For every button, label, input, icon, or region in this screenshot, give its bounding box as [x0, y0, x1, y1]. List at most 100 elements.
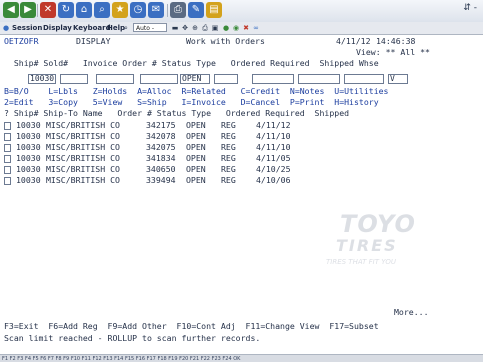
row-ship-to-name: MISC/BRITISH CO [46, 142, 120, 152]
row-ordered-date: 4/10/06 [256, 175, 291, 185]
toyo-tires-watermark: TOYO TIRES TIRES THAT FIT YOU [286, 90, 466, 300]
watermark-brand-2: TIRES [336, 236, 398, 255]
row-ship-number: 10030 [16, 153, 41, 163]
page-title: Work with Orders [186, 36, 265, 46]
menu-session[interactable]: Session [12, 22, 42, 34]
row-order-number: 339494 [146, 175, 176, 185]
zoom-icon[interactable]: ⊕ [191, 24, 199, 32]
close-icon[interactable]: ✖ [242, 24, 250, 32]
menu-keyboard[interactable]: Keyboard [73, 22, 111, 34]
options-legend-2: 2=Edit 3=Copy 5=View S=Ship I=Invoice D=… [4, 97, 379, 107]
print-icon[interactable]: ⎙ [170, 2, 186, 18]
function-key-legend: F3=Exit F6=Add Reg F9=Add Other F10=Cont… [4, 321, 379, 331]
toolbar-right-control[interactable]: ⇵ - [463, 3, 477, 13]
row-ordered-date: 4/11/05 [256, 153, 291, 163]
row-ordered-date: 4/11/10 [256, 131, 291, 141]
screen-time: 14:46:38 [376, 36, 416, 46]
stop-icon[interactable]: ✕ [40, 2, 56, 18]
row-order-number: 340650 [146, 164, 176, 174]
more-indicator: More... [394, 307, 429, 317]
edit-icon[interactable]: ✎ [188, 2, 204, 18]
row-option-input[interactable] [4, 166, 11, 174]
record-icon[interactable]: ▣ [211, 24, 219, 32]
play-icon[interactable]: ● [222, 24, 230, 32]
row-option-input[interactable] [4, 155, 11, 163]
link-icon[interactable]: ∞ [252, 24, 260, 32]
row-status: OPEN [186, 120, 206, 130]
row-option-input[interactable] [4, 122, 11, 130]
invoice-filter-input[interactable] [96, 74, 134, 84]
terminal-screen: TOYO TIRES TIRES THAT FIT YOU OETZOFR DI… [0, 35, 483, 354]
row-type: REG [221, 131, 236, 141]
auto-dropdown[interactable]: Auto - [133, 23, 167, 32]
mail-icon[interactable]: ✉ [148, 2, 164, 18]
favorites-icon[interactable]: ★ [112, 2, 128, 18]
menu-display[interactable]: Display [43, 22, 72, 34]
row-option-input[interactable] [4, 144, 11, 152]
screen-date: 4/11/12 [336, 36, 371, 46]
ship-filter-input[interactable]: 10030 [28, 74, 56, 84]
row-status: OPEN [186, 153, 206, 163]
row-type: REG [221, 164, 236, 174]
status-message: Scan limit reached - ROLLUP to scan furt… [4, 333, 261, 343]
sold-filter-input[interactable] [60, 74, 88, 84]
row-ship-number: 10030 [16, 142, 41, 152]
row-ship-number: 10030 [16, 120, 41, 130]
session-icon[interactable]: ● [2, 24, 10, 32]
toolbar-separator [167, 4, 168, 17]
type-filter-input[interactable] [214, 74, 238, 84]
function-key-strip[interactable]: F1 F2 F3 F4 F5 F6 F7 F8 F9 F10 F11 F12 F… [0, 354, 483, 362]
row-ship-number: 10030 [16, 175, 41, 185]
row-ship-number: 10030 [16, 164, 41, 174]
print-screen-icon[interactable]: ⎙ [201, 24, 209, 32]
status-filter-input[interactable]: OPEN [180, 74, 210, 84]
folder-icon[interactable]: ▤ [206, 2, 222, 18]
order-filter-input[interactable] [140, 74, 178, 84]
row-status: OPEN [186, 131, 206, 141]
watermark-tagline: TIRES THAT FIT YOU [326, 258, 396, 266]
row-type: REG [221, 153, 236, 163]
row-option-input[interactable] [4, 177, 11, 185]
row-type: REG [221, 120, 236, 130]
program-mode: DISPLAY [76, 36, 111, 46]
split-icon[interactable]: ▬ [171, 24, 179, 32]
home-icon[interactable]: ⌂ [76, 2, 92, 18]
session-menubar: ● Session Display Keyboard Help ⌕ Auto -… [0, 22, 483, 35]
row-order-number: 341834 [146, 153, 176, 163]
row-status: OPEN [186, 175, 206, 185]
find-icon[interactable]: ⌕ [122, 24, 130, 32]
row-status: OPEN [186, 142, 206, 152]
refresh-icon[interactable]: ↻ [58, 2, 74, 18]
view-indicator: View: ** All ** [356, 47, 430, 57]
browser-toolbar: ◀ ▶ ✕ ↻ ⌂ ⌕ ★ ◷ ✉ ⎙ ✎ ▤ ⇵ - [0, 0, 483, 23]
row-type: REG [221, 142, 236, 152]
history-icon[interactable]: ◷ [130, 2, 146, 18]
row-ship-to-name: MISC/BRITISH CO [46, 131, 120, 141]
watermark-brand: TOYO [340, 210, 416, 238]
row-ship-to-name: MISC/BRITISH CO [46, 120, 120, 130]
ordered-filter-input[interactable] [252, 74, 294, 84]
toolbar-separator [37, 4, 38, 17]
row-ship-number: 10030 [16, 131, 41, 141]
required-filter-input[interactable] [298, 74, 340, 84]
row-option-input[interactable] [4, 133, 11, 141]
forward-icon[interactable]: ▶ [20, 2, 36, 18]
back-icon[interactable]: ◀ [3, 2, 19, 18]
search-icon[interactable]: ⌕ [94, 2, 110, 18]
shipped-filter-input[interactable] [344, 74, 384, 84]
row-order-number: 342078 [146, 131, 176, 141]
row-type: REG [221, 175, 236, 185]
go-icon[interactable]: ◉ [232, 24, 240, 32]
options-legend-1: B=B/O L=Lbls Z=Holds A=Alloc R=Related C… [4, 86, 389, 96]
list-header: ? Ship# Ship-To Name Order # Status Type… [4, 108, 350, 118]
row-order-number: 342175 [146, 120, 176, 130]
row-status: OPEN [186, 164, 206, 174]
row-ordered-date: 4/11/12 [256, 120, 291, 130]
row-ordered-date: 4/11/10 [256, 142, 291, 152]
row-ship-to-name: MISC/BRITISH CO [46, 175, 120, 185]
navigate-icon[interactable]: ✥ [181, 24, 189, 32]
program-id: OETZOFR [4, 36, 39, 46]
filter-headers: Ship# Sold# Invoice Order # Status Type … [4, 58, 379, 68]
row-ordered-date: 4/10/25 [256, 164, 291, 174]
whse-filter-input[interactable]: V [388, 74, 408, 84]
